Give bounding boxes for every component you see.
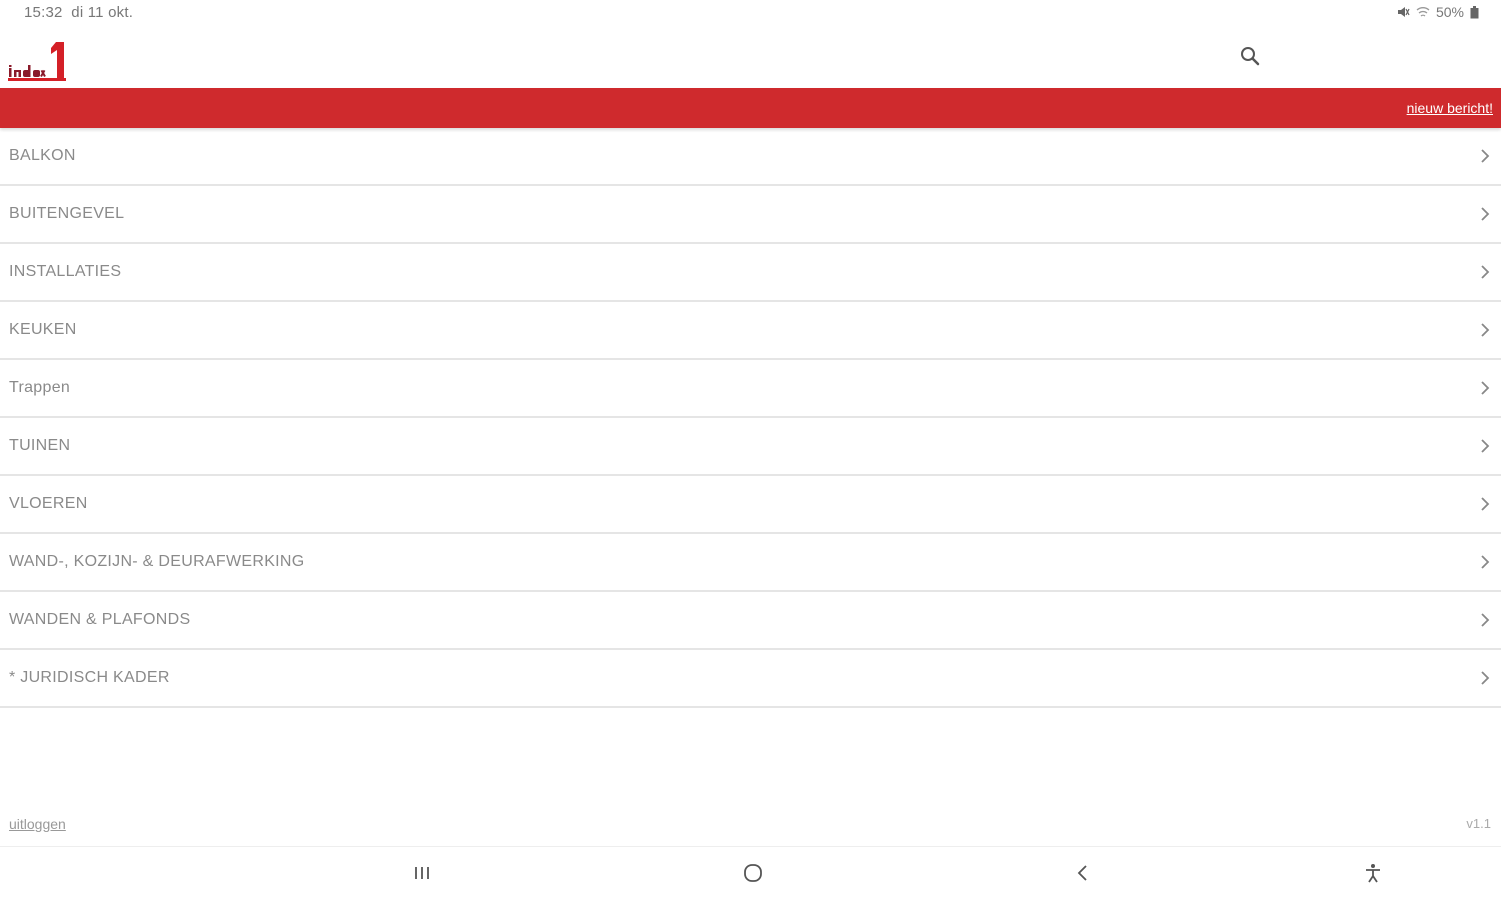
list-item-label: BUITENGEVEL [9, 205, 125, 222]
chevron-right-icon [1479, 496, 1491, 512]
action-bar: nieuw bericht! [0, 88, 1501, 128]
home-icon [742, 862, 764, 889]
app-bar [0, 32, 1501, 88]
recent-apps-icon [411, 864, 433, 887]
list-item-wanden-plafonds[interactable]: WANDEN & PLAFONDS [0, 592, 1501, 650]
chevron-right-icon [1479, 206, 1491, 222]
list-item-balkon[interactable]: BALKON [0, 128, 1501, 186]
list-item-wand-kozijn-deurafwerking[interactable]: WAND-, KOZIJN- & DEURAFWERKING [0, 534, 1501, 592]
mute-icon [1396, 5, 1410, 19]
status-time: 15:32 [24, 4, 63, 21]
list-item-label: * JURIDISCH KADER [9, 669, 170, 686]
home-button[interactable] [739, 861, 767, 889]
system-nav-bar [0, 846, 1501, 901]
wifi-icon [1416, 5, 1430, 19]
battery-level: 50% [1435, 4, 1464, 20]
logout-link[interactable]: uitloggen [9, 816, 66, 832]
battery-icon [1470, 5, 1479, 19]
chevron-right-icon [1479, 322, 1491, 338]
index1-logo [8, 40, 68, 82]
list-item-label: INSTALLATIES [9, 263, 122, 280]
accessibility-icon [1363, 862, 1383, 889]
list-item-label: KEUKEN [9, 321, 77, 338]
list-item-label: TUINEN [9, 437, 71, 454]
list-item-keuken[interactable]: KEUKEN [0, 302, 1501, 360]
list-item-label: Trappen [9, 379, 71, 396]
new-message-link[interactable]: nieuw bericht! [1407, 100, 1493, 116]
chevron-right-icon [1479, 264, 1491, 280]
chevron-right-icon [1479, 148, 1491, 164]
list-item-buitengevel[interactable]: BUITENGEVEL [0, 186, 1501, 244]
search-icon [1239, 45, 1261, 72]
status-date: di 11 okt. [71, 4, 134, 21]
list-item-label: BALKON [9, 147, 76, 164]
list-item-installaties[interactable]: INSTALLATIES [0, 244, 1501, 302]
app-version: v1.1 [1466, 816, 1491, 831]
chevron-right-icon [1479, 554, 1491, 570]
status-bar: 15:32 di 11 okt. 50% [0, 0, 1501, 28]
back-icon [1074, 863, 1092, 888]
chevron-right-icon [1479, 670, 1491, 686]
list-item-label: WANDEN & PLAFONDS [9, 611, 191, 628]
search-button[interactable] [1236, 44, 1264, 72]
list-item-tuinen[interactable]: TUINEN [0, 418, 1501, 476]
list-item-label: WAND-, KOZIJN- & DEURAFWERKING [9, 553, 305, 570]
list-item-vloeren[interactable]: VLOEREN [0, 476, 1501, 534]
status-clock: 15:32 di 11 okt. [24, 4, 133, 21]
recent-apps-button[interactable] [408, 861, 436, 889]
list-item-juridisch-kader[interactable]: * JURIDISCH KADER [0, 650, 1501, 708]
category-list: BALKON BUITENGEVEL INSTALLATIES KEUKEN T… [0, 128, 1501, 708]
list-item-label: VLOEREN [9, 495, 88, 512]
chevron-right-icon [1479, 438, 1491, 454]
back-button[interactable] [1069, 861, 1097, 889]
chevron-right-icon [1479, 380, 1491, 396]
accessibility-button[interactable] [1359, 861, 1387, 889]
status-icons: 50% [1396, 4, 1479, 20]
list-item-trappen[interactable]: Trappen [0, 360, 1501, 418]
chevron-right-icon [1479, 612, 1491, 628]
